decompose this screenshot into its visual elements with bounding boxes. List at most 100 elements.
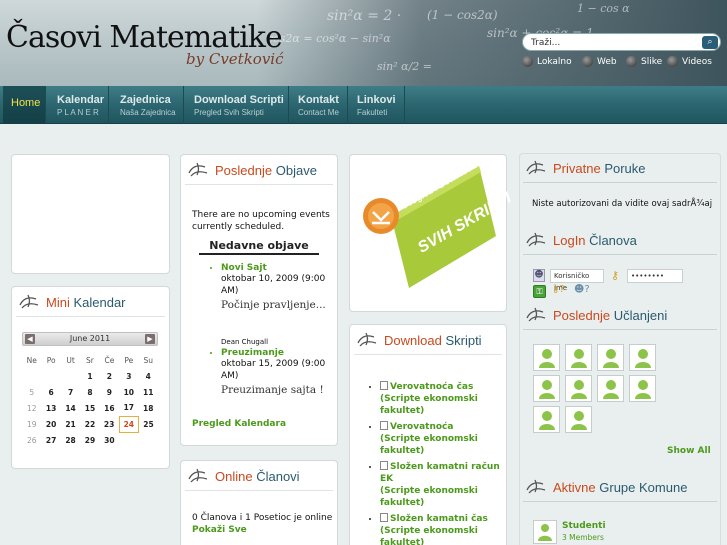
download-category[interactable]: (Scripte ekonomski fakultet) xyxy=(380,526,478,545)
post-title-link[interactable]: Novi Sajt xyxy=(221,263,331,273)
search-option-videos[interactable]: Videos xyxy=(667,56,712,67)
download-link[interactable]: Složen kamatni čas xyxy=(390,514,488,524)
download-link[interactable]: Složen kamatni račun EK xyxy=(380,462,500,484)
pokazi-sve-link[interactable]: Pokaži Sve xyxy=(192,524,247,536)
calendar-day[interactable]: 25 xyxy=(139,416,158,432)
download-link[interactable]: Verovatnoća xyxy=(390,422,453,432)
calendar-day[interactable]: 10 xyxy=(119,384,138,400)
register-icon[interactable]: ☻? xyxy=(574,284,590,298)
post-date: oktobar 10, 2009 (9:00 AM) xyxy=(221,274,326,296)
calendar-day[interactable]: 3 xyxy=(119,368,138,384)
download-category[interactable]: (Scripte ekonomski fakultet) xyxy=(380,486,478,508)
calendar-day[interactable]: 27 xyxy=(41,432,60,448)
member-avatar[interactable] xyxy=(533,344,560,371)
panel-title: Poslednje Objave xyxy=(215,163,317,178)
calendar-dow: Po xyxy=(46,355,56,365)
nav-kontakt[interactable]: Kontakt Contact Me xyxy=(290,86,348,124)
group-name-link[interactable]: Studenti xyxy=(562,520,606,532)
calendar-day[interactable]: 15 xyxy=(80,400,99,416)
nav-subtitle: Pregled Svih Skripti xyxy=(194,108,264,117)
calendar-day[interactable]: 2 xyxy=(100,368,119,384)
nav-download-scripti[interactable]: Download Scripti Pregled Svih Skripti xyxy=(185,86,289,124)
calendar-day[interactable]: 26 xyxy=(22,432,41,448)
nav-zajednica[interactable]: Zajednica Naša Zajednica xyxy=(110,86,184,124)
search-option-lokalno[interactable]: Lokalno xyxy=(522,56,572,67)
calendar-day[interactable]: 22 xyxy=(80,416,99,432)
list-item: Verovatnoća čas (Scripte ekonomski fakult… xyxy=(380,381,508,417)
calendar-day[interactable]: 17 xyxy=(119,400,138,416)
download-category[interactable]: (Scripte ekonomski fakultet) xyxy=(380,394,478,416)
calendar-day[interactable]: 11 xyxy=(139,384,158,400)
calendar-day[interactable]: 21 xyxy=(61,416,80,432)
calendar-day xyxy=(22,368,41,384)
calendar-day[interactable]: 19 xyxy=(22,416,41,432)
member-avatar[interactable] xyxy=(565,406,592,433)
user-avatar-icon xyxy=(635,349,651,368)
member-avatar[interactable] xyxy=(533,406,560,433)
calendar-grid: Ne Po Ut Sr Če Pe Su 1 2 3 4 5 6 7 8 9 1… xyxy=(22,352,158,448)
divider xyxy=(523,182,717,183)
calendar-day[interactable]: 28 xyxy=(61,432,80,448)
not-authorized-text: Niste autorizovani da vidite ovaj sadrÅ¾… xyxy=(532,199,713,209)
nav-linkovi[interactable]: Linkovi Fakulteti xyxy=(349,86,405,124)
calendar-day[interactable]: 18 xyxy=(139,400,158,416)
member-avatar[interactable] xyxy=(597,344,624,371)
member-avatar[interactable] xyxy=(533,375,560,402)
user-avatar-icon xyxy=(539,349,555,368)
calendar-day-today[interactable]: 24 xyxy=(118,415,140,433)
member-avatar[interactable] xyxy=(565,344,592,371)
pregled-kalendara-link[interactable]: Pregled Kalendara xyxy=(192,418,286,430)
download-category[interactable]: (Scripte ekonomski fakultet) xyxy=(380,434,478,456)
calendar-day[interactable]: 12 xyxy=(22,400,41,416)
calendar-day[interactable]: 30 xyxy=(100,432,119,448)
calendar-day[interactable]: 6 xyxy=(41,384,60,400)
member-avatar[interactable] xyxy=(629,375,656,402)
hand-icon xyxy=(526,232,546,247)
calendar-day[interactable]: 1 xyxy=(80,368,99,384)
password-field[interactable]: •••••••• xyxy=(627,269,683,283)
member-avatar[interactable] xyxy=(597,375,624,402)
search-input[interactable] xyxy=(531,36,696,49)
calendar-day[interactable]: 5 xyxy=(22,384,41,400)
panel-title: Poslednje Učlanjeni xyxy=(553,308,668,323)
nav-kalendar[interactable]: Kalendar P L A N E R xyxy=(47,86,109,124)
recent-posts-list: Novi Sajt oktobar 10, 2009 (9:00 AM) Poč… xyxy=(211,263,331,311)
calendar-day[interactable]: 7 xyxy=(61,384,80,400)
panel-header: Aktivne Grupe Komune xyxy=(519,472,721,502)
calendar-day[interactable]: 14 xyxy=(61,400,80,416)
calendar-dow: Sr xyxy=(86,355,94,365)
recent-posts-list: Preuzimanje oktobar 15, 2009 (9:00 AM) P… xyxy=(211,348,331,396)
post-title-link[interactable]: Preuzimanje xyxy=(221,348,331,358)
calendar-day[interactable]: 13 xyxy=(41,400,60,416)
calendar-day[interactable]: 16 xyxy=(100,400,119,416)
username-field[interactable]: Korisničko ime xyxy=(550,269,604,292)
calendar-day[interactable]: 29 xyxy=(80,432,99,448)
download-scripti-banner[interactable]: Pregled i Download SVIH SKRIPTI xyxy=(361,160,514,292)
hand-icon xyxy=(526,479,546,494)
radio-icon xyxy=(626,56,637,67)
calendar-day xyxy=(119,432,138,448)
calendar-day[interactable]: 4 xyxy=(139,368,158,384)
user-avatar-icon xyxy=(603,380,619,399)
nav-home[interactable]: Home xyxy=(3,86,46,124)
calendar-day[interactable]: 8 xyxy=(80,384,99,400)
panel-title: Aktivne Grupe Komune xyxy=(553,480,688,495)
hand-icon xyxy=(19,294,39,309)
next-month-button[interactable]: ▶ xyxy=(145,334,155,344)
calendar-day[interactable]: 20 xyxy=(41,416,60,432)
forgot-password-icon[interactable]: ⚷? xyxy=(552,284,568,298)
search-button[interactable]: ⌕ xyxy=(702,36,718,49)
show-all-link[interactable]: Show All xyxy=(667,445,711,457)
member-avatar[interactable] xyxy=(565,375,592,402)
login-button[interactable]: ⚿ xyxy=(533,285,546,298)
hand-icon xyxy=(188,162,208,177)
search-option-slike[interactable]: Slike xyxy=(626,56,662,67)
group-avatar[interactable] xyxy=(533,520,557,544)
search-option-label: Slike xyxy=(641,56,663,67)
calendar-day[interactable]: 23 xyxy=(100,416,119,432)
calendar-day[interactable]: 9 xyxy=(100,384,119,400)
member-avatar[interactable] xyxy=(629,344,656,371)
search-option-web[interactable]: Web xyxy=(582,56,617,67)
list-item: Složen kamatni račun EK(Scripte ekonomsk… xyxy=(380,461,508,509)
download-link[interactable]: Verovatnoća čas xyxy=(390,382,473,392)
